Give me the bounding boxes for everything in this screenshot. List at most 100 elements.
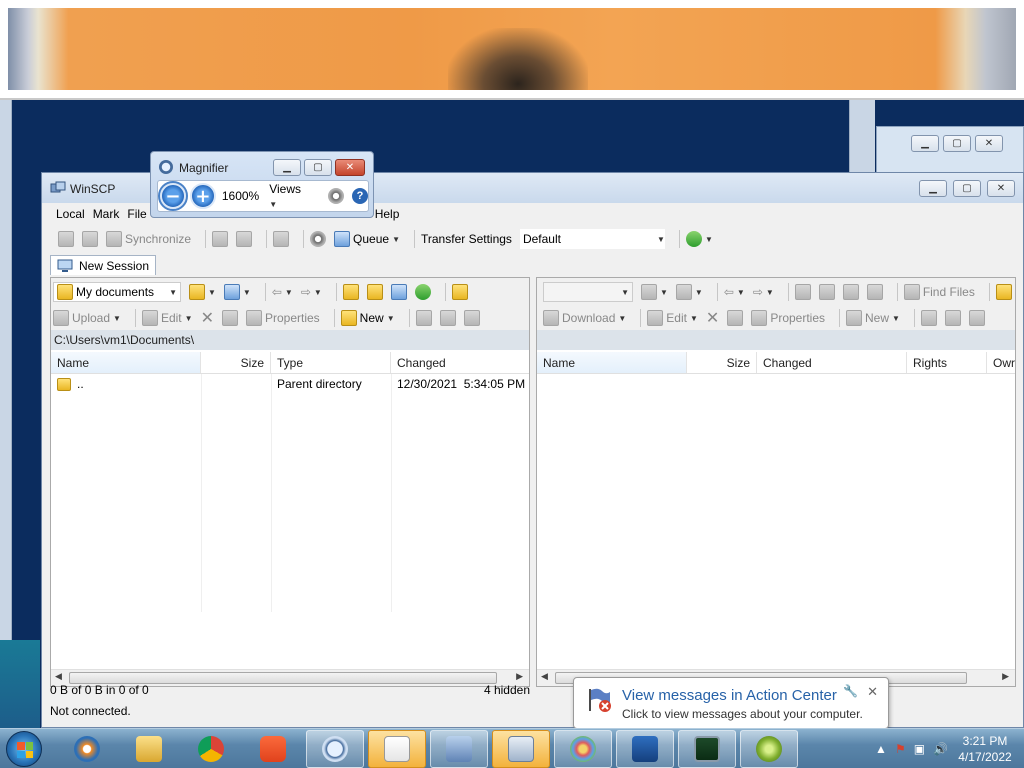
- table-row[interactable]: .. Parent directory 12/30/2021 5:34:05 P…: [51, 374, 529, 394]
- taskbar-paint[interactable]: [554, 730, 612, 768]
- delete-icon[interactable]: ✕: [706, 308, 719, 328]
- select-all-icon[interactable]: [920, 310, 937, 326]
- zoom-out-button[interactable]: −: [158, 181, 188, 211]
- zoom-in-button[interactable]: +: [189, 183, 216, 209]
- taskbar-calculator[interactable]: [492, 730, 550, 768]
- console-icon[interactable]: [212, 231, 229, 247]
- forward-button[interactable]: ⇨ ▼: [301, 285, 322, 299]
- column-name[interactable]: Name: [51, 352, 201, 373]
- close-button[interactable]: ✕: [975, 135, 1003, 152]
- action-center-flag-icon[interactable]: ⚑: [895, 742, 906, 756]
- properties-button[interactable]: Properties: [245, 310, 320, 326]
- synchronize-button[interactable]: Synchronize: [106, 231, 191, 247]
- open-folder-icon[interactable]: [189, 284, 205, 300]
- taskbar-powershell[interactable]: [616, 730, 674, 768]
- taskbar-task-manager[interactable]: [678, 730, 736, 768]
- layout-icon[interactable]: [273, 231, 290, 247]
- forward-button[interactable]: ⇨ ▼: [753, 285, 774, 299]
- taskbar-media-player[interactable]: [58, 730, 116, 768]
- unselect-icon[interactable]: [439, 310, 456, 326]
- queue-button[interactable]: Queue ▼: [334, 231, 400, 247]
- properties-button[interactable]: Properties: [751, 310, 825, 326]
- filter-icon[interactable]: [675, 284, 692, 300]
- upload-button[interactable]: Upload ▼: [53, 310, 121, 326]
- home-icon[interactable]: [390, 284, 407, 300]
- edit-button[interactable]: Edit ▼: [141, 310, 193, 326]
- start-button[interactable]: [6, 731, 42, 767]
- new-button[interactable]: New ▼: [340, 310, 395, 326]
- tree-icon[interactable]: [995, 284, 1012, 300]
- rename-icon[interactable]: [727, 310, 744, 326]
- help-icon[interactable]: ?: [352, 188, 368, 204]
- close-icon[interactable]: ✕: [867, 684, 878, 700]
- menu-local[interactable]: Local: [52, 205, 89, 225]
- download-button[interactable]: Download ▼: [543, 310, 626, 326]
- column-size[interactable]: Size: [687, 352, 757, 373]
- home-icon[interactable]: [842, 284, 859, 300]
- refresh-icon[interactable]: [866, 284, 883, 300]
- putty-icon[interactable]: [236, 231, 253, 247]
- filter-select-icon[interactable]: [463, 310, 480, 326]
- volume-icon[interactable]: 🔊: [933, 742, 948, 756]
- column-name[interactable]: Name: [537, 352, 687, 373]
- column-owner[interactable]: Owr: [987, 352, 1015, 373]
- hidden-count[interactable]: 4 hidden: [484, 683, 530, 697]
- remote-path[interactable]: [537, 330, 1015, 350]
- taskbar-app[interactable]: [740, 730, 798, 768]
- clock[interactable]: 3:21 PM 4/17/2022: [956, 733, 1014, 765]
- preferences-gear-icon[interactable]: [310, 231, 327, 247]
- keep-up-to-date-icon[interactable]: [82, 231, 98, 247]
- open-folder-icon[interactable]: [641, 284, 657, 300]
- transfer-settings-select[interactable]: Default ▼: [519, 229, 665, 249]
- taskbar-chrome[interactable]: [182, 730, 240, 768]
- menu-mark[interactable]: Mark: [89, 205, 124, 225]
- back-button[interactable]: ⇦ ▼: [724, 285, 745, 299]
- menu-help[interactable]: Help: [371, 205, 404, 225]
- find-files-button[interactable]: Find Files: [903, 284, 975, 300]
- new-button[interactable]: New ▼: [846, 310, 900, 326]
- taskbar-explorer[interactable]: [120, 730, 178, 768]
- column-changed[interactable]: Changed: [391, 352, 529, 373]
- column-changed[interactable]: Changed: [757, 352, 907, 373]
- minimize-button[interactable]: ▁: [273, 159, 301, 176]
- root-directory-icon[interactable]: [366, 284, 383, 300]
- edit-button[interactable]: Edit ▼: [647, 310, 698, 326]
- notification-title[interactable]: View messages in Action Center: [622, 687, 837, 704]
- scroll-right-icon[interactable]: ▶: [1002, 671, 1009, 682]
- maximize-button[interactable]: ▢: [943, 135, 971, 152]
- rename-icon[interactable]: [221, 310, 238, 326]
- maximize-button[interactable]: ▢: [953, 180, 981, 197]
- scroll-right-icon[interactable]: ▶: [516, 671, 523, 682]
- column-size[interactable]: Size: [201, 352, 271, 373]
- taskbar-winscp[interactable]: [430, 730, 488, 768]
- minimize-button[interactable]: ▁: [911, 135, 939, 152]
- parent-directory-icon[interactable]: [794, 284, 811, 300]
- network-icon[interactable]: ▣: [914, 742, 925, 756]
- taskbar-magnifier[interactable]: [306, 730, 364, 768]
- minimize-button[interactable]: ▁: [919, 180, 947, 197]
- tree-icon[interactable]: [451, 284, 468, 300]
- delete-icon[interactable]: ✕: [201, 308, 214, 328]
- globe-icon[interactable]: [685, 231, 702, 247]
- maximize-button[interactable]: ▢: [304, 159, 332, 176]
- column-rights[interactable]: Rights: [907, 352, 987, 373]
- taskbar-solitaire[interactable]: [368, 730, 426, 768]
- filter-icon[interactable]: [223, 284, 240, 300]
- back-button[interactable]: ⇦ ▼: [272, 285, 293, 299]
- remote-location-select[interactable]: ▼: [543, 282, 633, 302]
- filter-select-icon[interactable]: [968, 310, 985, 326]
- scroll-left-icon[interactable]: ◀: [55, 671, 62, 682]
- gear-icon[interactable]: [328, 188, 345, 204]
- local-path[interactable]: C:\Users\vm1\Documents\: [51, 330, 529, 350]
- menu-files[interactable]: File: [123, 205, 150, 225]
- tab-new-session[interactable]: New Session: [50, 255, 157, 275]
- unselect-icon[interactable]: [944, 310, 961, 326]
- scroll-left-icon[interactable]: ◀: [541, 671, 548, 682]
- close-button[interactable]: ✕: [987, 180, 1015, 197]
- local-location-select[interactable]: My documents ▼: [53, 282, 181, 302]
- action-center-notification[interactable]: View messages in Action Center Click to …: [573, 677, 889, 729]
- wrench-icon[interactable]: 🔧: [843, 684, 858, 698]
- refresh-icon[interactable]: [414, 284, 431, 300]
- parent-directory-icon[interactable]: [342, 284, 359, 300]
- taskbar-brave[interactable]: [244, 730, 302, 768]
